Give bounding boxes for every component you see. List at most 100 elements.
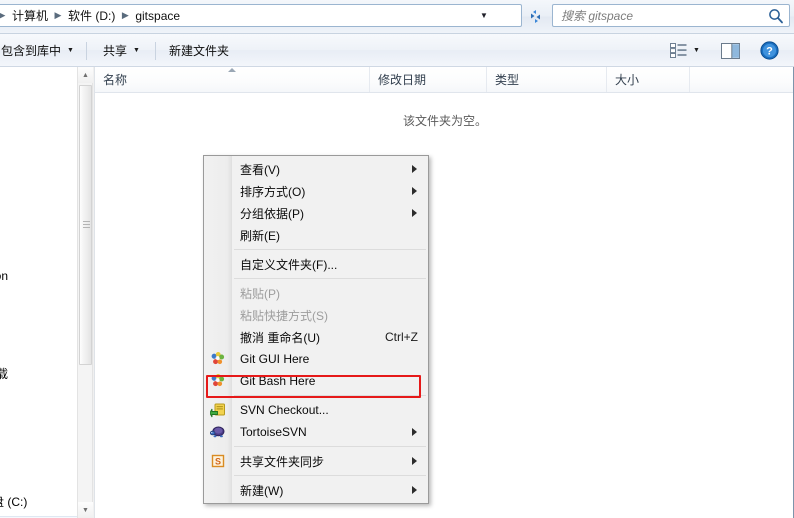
chevron-down-icon xyxy=(133,47,140,54)
help-icon: ? xyxy=(759,41,779,60)
menu-item-label: 撤消 重命名(U) xyxy=(240,330,320,345)
menu-separator xyxy=(234,475,426,476)
scroll-up-icon[interactable] xyxy=(78,67,93,83)
menu-item-new[interactable]: 新建(W) xyxy=(204,479,428,501)
menu-separator xyxy=(234,446,426,447)
column-header-date-modified[interactable]: 修改日期 xyxy=(370,67,487,92)
include-in-library-button[interactable]: 包含到库中 xyxy=(0,39,83,62)
sync-folder-icon: S xyxy=(210,453,226,469)
menu-item-customize-folder[interactable]: 自定义文件夹(F)... xyxy=(204,253,428,275)
column-label: 类型 xyxy=(495,73,520,87)
menu-item-undo-rename[interactable]: 撤消 重命名(U) Ctrl+Z xyxy=(204,326,428,348)
navigation-scrollbar[interactable] xyxy=(77,67,93,518)
column-label: 大小 xyxy=(615,73,640,87)
new-folder-label: 新建文件夹 xyxy=(169,44,230,58)
column-header-row: 名称 修改日期 类型 大小 xyxy=(95,67,794,93)
search-box[interactable]: 搜索 gitspace xyxy=(552,4,790,27)
help-button[interactable]: ? xyxy=(754,39,784,62)
nav-item-drive-c[interactable]: 盘 (C:) xyxy=(0,491,27,511)
menu-item-sort-by[interactable]: 排序方式(O) xyxy=(204,180,428,202)
menu-item-label: SVN Checkout... xyxy=(240,403,329,417)
refresh-button[interactable] xyxy=(524,6,546,26)
menu-item-label: TortoiseSVN xyxy=(240,425,307,439)
svn-checkout-icon xyxy=(209,402,226,418)
nav-item-version[interactable]: rsion xyxy=(0,266,8,286)
menu-item-label: 分组依据(P) xyxy=(240,206,304,221)
preview-pane-icon xyxy=(720,42,740,59)
breadcrumb-item-drive[interactable]: 软件 (D:) xyxy=(65,5,118,26)
sort-ascending-icon xyxy=(228,68,237,73)
menu-item-shared-folder-sync[interactable]: S 共享文件夹同步 xyxy=(204,450,428,472)
git-icon xyxy=(210,351,226,367)
submenu-arrow-icon xyxy=(412,486,417,494)
column-header-size[interactable]: 大小 xyxy=(607,67,690,92)
command-bar: 包含到库中 共享 新建文件夹 xyxy=(0,34,794,67)
menu-item-svn-checkout[interactable]: SVN Checkout... xyxy=(204,399,428,421)
navigation-pane: rsion 载 盘 (C:) D:) E:) F:) xyxy=(0,67,77,518)
tortoise-icon xyxy=(209,424,226,440)
menu-separator xyxy=(234,395,426,396)
submenu-arrow-icon xyxy=(412,428,417,436)
scrollbar-thumb[interactable] xyxy=(79,85,92,365)
context-menu[interactable]: 查看(V) 排序方式(O) 分组依据(P) 刷新(E) 自定义文件夹(F)...… xyxy=(203,155,429,504)
menu-item-git-bash-here[interactable]: Git Bash Here xyxy=(204,370,428,392)
breadcrumb-chevron-icon xyxy=(0,10,9,21)
command-separator xyxy=(155,42,156,60)
search-icon xyxy=(767,7,785,25)
menu-item-label: Git Bash Here xyxy=(240,374,316,388)
breadcrumb-item-folder[interactable]: gitspace xyxy=(132,7,183,25)
scroll-down-icon[interactable] xyxy=(78,502,93,518)
menu-item-label: 排序方式(O) xyxy=(240,184,306,199)
nav-item-downloads[interactable]: 载 xyxy=(0,363,8,383)
column-label: 名称 xyxy=(103,73,128,87)
menu-item-refresh[interactable]: 刷新(E) xyxy=(204,224,428,246)
search-input[interactable]: 搜索 gitspace xyxy=(561,7,767,24)
nav-item-label: 盘 (C:) xyxy=(0,494,28,509)
address-bar[interactable]: 计算机 软件 (D:) gitspace xyxy=(0,4,522,27)
chevron-down-icon xyxy=(67,47,74,54)
svg-text:?: ? xyxy=(766,46,773,58)
nav-item-label: 载 xyxy=(0,366,9,381)
menu-item-label: 自定义文件夹(F)... xyxy=(240,257,338,272)
column-header-type[interactable]: 类型 xyxy=(487,67,607,92)
submenu-arrow-icon xyxy=(412,165,417,173)
breadcrumb-chevron-icon xyxy=(51,10,65,21)
menu-item-paste: 粘贴(P) xyxy=(204,282,428,304)
menu-item-label: 刷新(E) xyxy=(240,228,280,243)
submenu-arrow-icon xyxy=(412,187,417,195)
file-list-view[interactable]: 名称 修改日期 类型 大小 该文件夹为空。 xyxy=(94,67,794,518)
include-in-library-label: 包含到库中 xyxy=(1,44,62,58)
menu-item-tortoisesvn[interactable]: TortoiseSVN xyxy=(204,421,428,443)
address-bar-row: 计算机 软件 (D:) gitspace 搜索 gitspace xyxy=(0,0,794,34)
refresh-icon xyxy=(530,9,540,23)
command-separator xyxy=(86,42,87,60)
scrollbar-grip-icon xyxy=(83,221,90,229)
share-label: 共享 xyxy=(103,44,128,58)
menu-item-group-by[interactable]: 分组依据(P) xyxy=(204,202,428,224)
list-view-icon xyxy=(670,43,687,58)
view-options-button[interactable] xyxy=(664,39,706,62)
column-header-name[interactable]: 名称 xyxy=(95,67,370,92)
breadcrumb-item-computer[interactable]: 计算机 xyxy=(9,5,51,26)
menu-item-label: 粘贴(P) xyxy=(240,286,280,301)
git-icon xyxy=(210,373,226,389)
preview-pane-button[interactable] xyxy=(715,39,745,62)
menu-item-label: 粘贴快捷方式(S) xyxy=(240,308,328,323)
menu-item-git-gui-here[interactable]: Git GUI Here xyxy=(204,348,428,370)
svg-text:S: S xyxy=(215,456,221,466)
explorer-window: 计算机 软件 (D:) gitspace 搜索 gitspace xyxy=(0,0,794,518)
menu-item-label: 新建(W) xyxy=(240,483,284,498)
menu-item-accelerator: Ctrl+Z xyxy=(385,330,418,344)
share-button[interactable]: 共享 xyxy=(94,39,149,62)
menu-item-label: Git GUI Here xyxy=(240,352,310,366)
menu-item-label: 查看(V) xyxy=(240,162,280,177)
nav-item-label: rsion xyxy=(0,269,9,283)
column-header-filler xyxy=(690,67,794,92)
empty-folder-message: 该文件夹为空。 xyxy=(402,114,487,128)
breadcrumb-chevron-icon xyxy=(118,10,132,21)
submenu-arrow-icon xyxy=(412,457,417,465)
new-folder-button[interactable]: 新建文件夹 xyxy=(160,39,238,62)
address-history-dropdown-icon[interactable] xyxy=(473,5,495,26)
menu-separator xyxy=(234,249,426,250)
menu-item-view[interactable]: 查看(V) xyxy=(204,158,428,180)
